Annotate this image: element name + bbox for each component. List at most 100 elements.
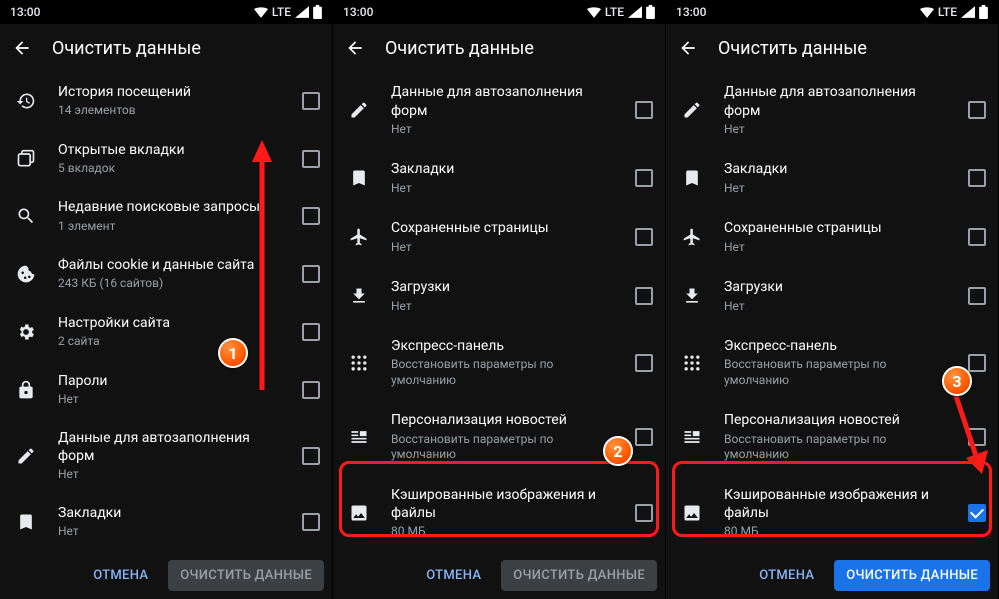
image-icon (349, 503, 369, 523)
page-title: Очистить данные (385, 38, 534, 59)
item-sub: 80 МБ (724, 524, 946, 540)
news-icon (682, 427, 702, 447)
checkbox[interactable] (968, 101, 986, 119)
bookmark-icon (349, 168, 369, 188)
clear-button-enabled[interactable]: ОЧИСТИТЬ ДАННЫЕ (834, 560, 990, 591)
item-downloads[interactable]: ЗагрузкиНет (666, 267, 998, 326)
item-sub: 14 элементов (58, 103, 280, 119)
item-saved-pages[interactable]: Сохраненные страницыНет (666, 208, 998, 267)
checkbox[interactable] (302, 381, 320, 399)
item-sub: Восстановить параметры по умолчанию (724, 432, 946, 463)
status-time: 13:00 (10, 5, 40, 19)
checkbox[interactable] (635, 504, 653, 522)
item-saved-pages[interactable]: Сохраненные страницыНет (333, 208, 665, 267)
item-title: Недавние поисковые запросы (58, 198, 280, 216)
item-title: Файлы cookie и данные сайта (58, 256, 280, 274)
status-bar: 13:00 LTE (333, 0, 665, 24)
item-history[interactable]: История посещений14 элементов (0, 72, 332, 130)
item-title: Данные для автозаполнения форм (724, 83, 946, 119)
wifi-icon (920, 6, 934, 18)
checkbox[interactable] (302, 92, 320, 110)
item-title: Кэшированные изображения и файлы (391, 486, 613, 522)
app-bar: Очистить данные (0, 24, 332, 72)
status-bar: 13:00 LTE (666, 0, 998, 24)
item-title: Настройки сайта (58, 314, 280, 332)
lock-icon (16, 380, 36, 400)
item-site-settings[interactable]: Настройки сайта2 сайта (0, 303, 332, 361)
pencil-icon (16, 446, 36, 466)
item-cookies[interactable]: Файлы cookie и данные сайта 243 КБ (16 са… (0, 245, 332, 303)
step-badge-2: 2 (603, 436, 633, 466)
item-title: Экспресс-панель (391, 337, 613, 355)
checkbox[interactable] (635, 428, 653, 446)
cancel-button[interactable]: ОТМЕНА (747, 560, 826, 591)
checkbox[interactable] (302, 513, 320, 531)
item-autofill[interactable]: Данные для автозаполнения формНет (333, 72, 665, 149)
checkbox[interactable] (968, 354, 986, 372)
checkbox[interactable] (302, 207, 320, 225)
status-time: 13:00 (343, 5, 373, 19)
item-title: Пароли (58, 372, 280, 390)
bottom-bar: ОТМЕНА ОЧИСТИТЬ ДАННЫЕ (666, 551, 998, 599)
checkbox[interactable] (635, 354, 653, 372)
checkbox[interactable] (302, 323, 320, 341)
checkbox[interactable] (968, 287, 986, 305)
item-autofill[interactable]: Данные для автозаполнения формНет (666, 72, 998, 149)
item-sub: Нет (58, 392, 280, 408)
item-sub: Нет (391, 181, 613, 197)
item-title: Открытые вкладки (58, 141, 280, 159)
item-sub: 243 КБ (16 сайтов) (58, 276, 280, 292)
item-bookmarks[interactable]: ЗакладкиНет (666, 149, 998, 208)
grid-icon (682, 353, 702, 373)
status-net: LTE (605, 5, 624, 19)
checkbox[interactable] (635, 169, 653, 187)
gear-icon (16, 322, 36, 342)
cancel-button[interactable]: ОТМЕНА (81, 560, 160, 591)
item-sub: Восстановить параметры по умолчанию (391, 357, 613, 388)
checkbox[interactable] (968, 428, 986, 446)
clear-button[interactable]: ОЧИСТИТЬ ДАННЫЕ (168, 560, 324, 591)
item-cache[interactable]: Кэшированные изображения и файлы80 МБ (333, 474, 665, 551)
item-sub: 5 вкладок (58, 161, 280, 177)
status-net: LTE (938, 5, 957, 19)
checkbox[interactable] (635, 228, 653, 246)
download-icon (682, 286, 702, 306)
checkbox-checked[interactable] (968, 504, 986, 522)
item-bookmarks[interactable]: ЗакладкиНет (0, 493, 332, 551)
item-cache[interactable]: Кэшированные изображения и файлы80 МБ (666, 474, 998, 551)
bottom-bar: ОТМЕНА ОЧИСТИТЬ ДАННЫЕ (333, 551, 665, 599)
clear-button[interactable]: ОЧИСТИТЬ ДАННЫЕ (501, 560, 657, 591)
grid-icon (349, 353, 369, 373)
checkbox[interactable] (968, 228, 986, 246)
airplane-icon (349, 227, 369, 247)
item-passwords[interactable]: Пароли Нет (0, 361, 332, 419)
item-searches[interactable]: Недавние поисковые запросы1 элемент (0, 187, 332, 245)
airplane-icon (682, 227, 702, 247)
item-sub: Восстановить параметры по умолчанию (724, 357, 946, 388)
signal-icon (295, 6, 309, 18)
item-speed-dial[interactable]: Экспресс-панель Восстановить параметры по… (333, 326, 665, 400)
item-sub: Нет (391, 299, 613, 315)
checkbox[interactable] (635, 101, 653, 119)
checkbox[interactable] (968, 169, 986, 187)
back-icon[interactable] (12, 38, 32, 58)
back-icon[interactable] (345, 38, 365, 58)
item-title: Персонализация новостей (724, 411, 946, 429)
checkbox[interactable] (302, 265, 320, 283)
item-tabs[interactable]: Открытые вкладки 5 вкладок (0, 130, 332, 188)
image-icon (682, 503, 702, 523)
settings-list: Данные для автозаполнения формНет Заклад… (333, 72, 665, 551)
cookie-icon (16, 264, 36, 284)
item-autofill[interactable]: Данные для автозаполнения формНет (0, 418, 332, 493)
back-icon[interactable] (678, 38, 698, 58)
checkbox[interactable] (635, 287, 653, 305)
checkbox[interactable] (302, 447, 320, 465)
pencil-icon (349, 100, 369, 120)
status-time: 13:00 (676, 5, 706, 19)
item-title: Сохраненные страницы (391, 219, 613, 237)
item-news[interactable]: Персонализация новостей Восстановить пара… (666, 400, 998, 474)
item-bookmarks[interactable]: ЗакладкиНет (333, 149, 665, 208)
item-downloads[interactable]: ЗагрузкиНет (333, 267, 665, 326)
checkbox[interactable] (302, 150, 320, 168)
cancel-button[interactable]: ОТМЕНА (414, 560, 493, 591)
